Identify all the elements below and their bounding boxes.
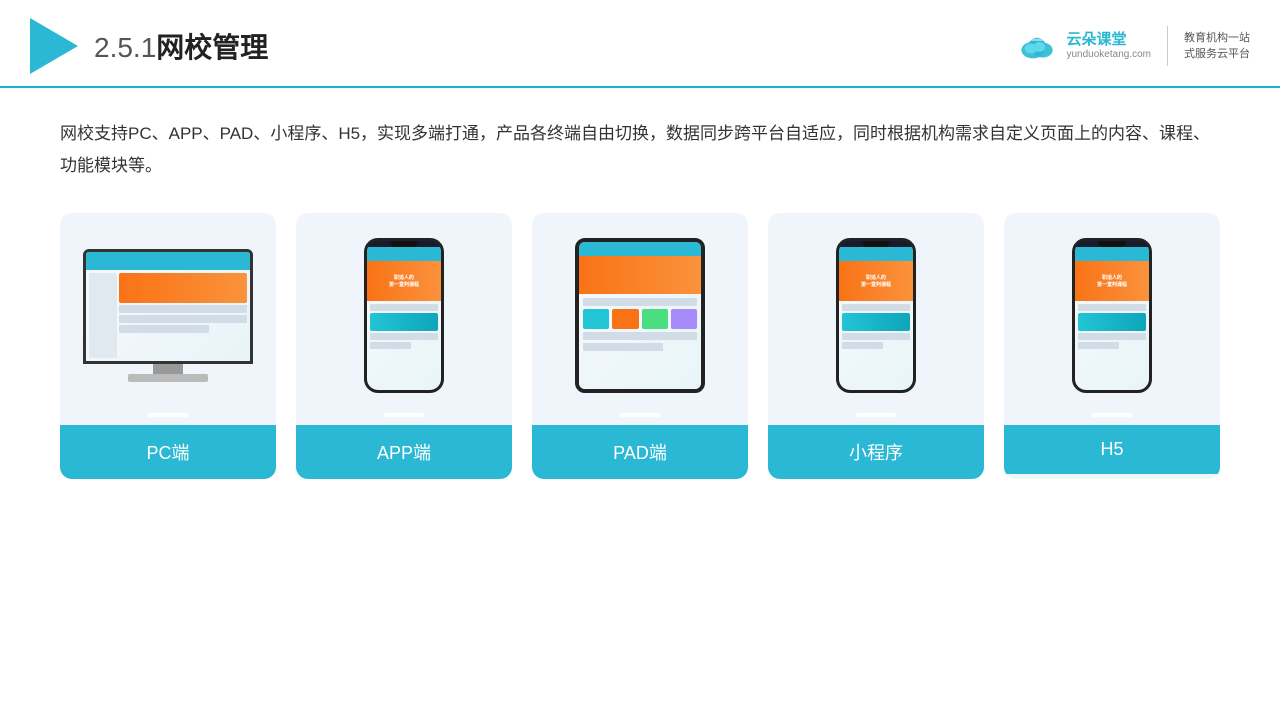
card-pc-image (60, 213, 276, 413)
tablet-device (575, 238, 705, 393)
card-divider-pad (620, 413, 660, 417)
card-divider (148, 413, 188, 417)
pc-screen (83, 249, 253, 364)
card-pad-image (532, 213, 748, 413)
header-left: 2.5.1网校管理 (30, 18, 268, 74)
card-pad-label: PAD端 (532, 425, 748, 479)
card-miniprogram: 职适人的第一堂判课程 小程序 (768, 213, 984, 479)
brand-logo (1016, 32, 1058, 60)
description-text: 网校支持PC、APP、PAD、小程序、H5，实现多端打通，产品各终端自由切换，数… (60, 118, 1220, 183)
card-app: 职适人的第一堂判课程 APP端 (296, 213, 512, 479)
page-title: 2.5.1网校管理 (94, 26, 268, 66)
logo-triangle-icon (30, 18, 78, 74)
main-content: 网校支持PC、APP、PAD、小程序、H5，实现多端打通，产品各终端自由切换，数… (0, 88, 1280, 499)
card-divider-app (384, 413, 424, 417)
header-right: 云朵课堂 yunduoketang.com 教育机构一站 式服务云平台 (1016, 26, 1250, 66)
card-app-label: APP端 (296, 425, 512, 479)
phone-device-app: 职适人的第一堂判课程 (364, 238, 444, 393)
card-app-image: 职适人的第一堂判课程 (296, 213, 512, 413)
tablet-body (575, 238, 705, 393)
card-miniprogram-label: 小程序 (768, 425, 984, 479)
description-paragraph: 网校支持PC、APP、PAD、小程序、H5，实现多端打通，产品各终端自由切换，数… (60, 124, 1210, 175)
mini-banner-text: 职适人的第一堂判课程 (861, 274, 891, 288)
card-divider-h5 (1092, 413, 1132, 417)
card-h5-label: H5 (1004, 425, 1220, 474)
card-h5: 职适人的第一堂判课程 H5 (1004, 213, 1220, 479)
cards-container: PC端 职适人的第一堂判课程 (60, 213, 1220, 479)
pc-device (83, 249, 253, 382)
card-pad: PAD端 (532, 213, 748, 479)
brand-url: yunduoketang.com (1066, 49, 1151, 61)
header-divider (1167, 26, 1168, 66)
card-miniprogram-image: 职适人的第一堂判课程 (768, 213, 984, 413)
card-divider-mini (856, 413, 896, 417)
phone-body-app: 职适人的第一堂判课程 (364, 238, 444, 393)
phone-device-mini: 职适人的第一堂判课程 (836, 238, 916, 393)
brand-text: 云朵课堂 yunduoketang.com (1066, 31, 1151, 61)
card-pc: PC端 (60, 213, 276, 479)
section-number: 2.5.1 (94, 32, 156, 63)
h5-banner-text: 职适人的第一堂判课程 (1097, 274, 1127, 288)
card-pc-label: PC端 (60, 425, 276, 479)
title-text: 网校管理 (156, 32, 268, 63)
app-banner-text: 职适人的第一堂判课程 (389, 274, 419, 288)
brand-slogan: 教育机构一站 式服务云平台 (1184, 30, 1250, 63)
page-header: 2.5.1网校管理 云朵课堂 yunduoketang.com 教育机构一站 式… (0, 0, 1280, 88)
cloud-logo-icon (1016, 32, 1058, 60)
phone-device-h5: 职适人的第一堂判课程 (1072, 238, 1152, 393)
phone-body-mini: 职适人的第一堂判课程 (836, 238, 916, 393)
brand-name: 云朵课堂 (1066, 31, 1126, 49)
card-h5-image: 职适人的第一堂判课程 (1004, 213, 1220, 413)
phone-body-h5: 职适人的第一堂判课程 (1072, 238, 1152, 393)
